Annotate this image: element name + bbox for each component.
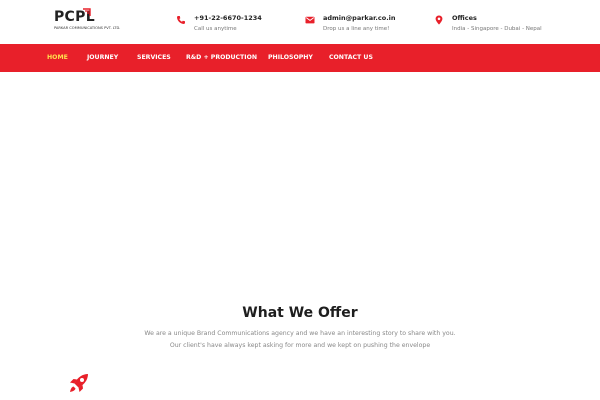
main-nav: HOME JOURNEY SERVICES R&D + PRODUCTION P… [0,44,600,72]
phone-caption: Call us anytime [194,26,237,32]
contact-email: admin@parkar.co.in Drop us a line any ti… [305,14,415,38]
contact-offices: Offices India - Singapore - Dubai - Nepa… [434,14,554,38]
email-address[interactable]: admin@parkar.co.in [323,14,396,23]
contact-phone: +91-22-6670-1234 Call us anytime [176,14,276,38]
email-caption: Drop us a line any time! [323,26,390,32]
description-line-2: Our client's have always kept asking for… [169,341,431,349]
mail-icon [305,16,315,24]
logo-bracket-icon [83,8,91,16]
nav-journey[interactable]: JOURNEY [87,44,118,72]
logo-tagline: PARKAR COMMUNICATIONS PVT. LTD. [54,26,121,30]
phone-number[interactable]: +91-22-6670-1234 [194,14,262,23]
nav-rnd-production[interactable]: R&D + PRODUCTION [186,44,257,72]
phone-icon [177,16,185,24]
nav-philosophy[interactable]: PHILOSOPHY [268,44,313,72]
section-description: We are a unique Brand Communications age… [0,328,600,351]
section-title: What We Offer [242,305,358,321]
nav-contact-us[interactable]: CONTACT US [329,44,373,72]
description-line-1: We are a unique Brand Communications age… [144,330,456,337]
location-pin-icon [435,15,443,25]
offices-list: India - Singapore - Dubai - Nepal [452,26,542,32]
top-header: PCPL PARKAR COMMUNICATIONS PVT. LTD. +91… [0,0,600,44]
nav-services[interactable]: SERVICES [137,44,171,72]
pcpl-logo[interactable]: PCPL PARKAR COMMUNICATIONS PVT. LTD. [54,8,134,35]
offices-label: Offices [452,14,477,22]
nav-home[interactable]: HOME [47,44,68,72]
rocket-icon [70,374,88,392]
